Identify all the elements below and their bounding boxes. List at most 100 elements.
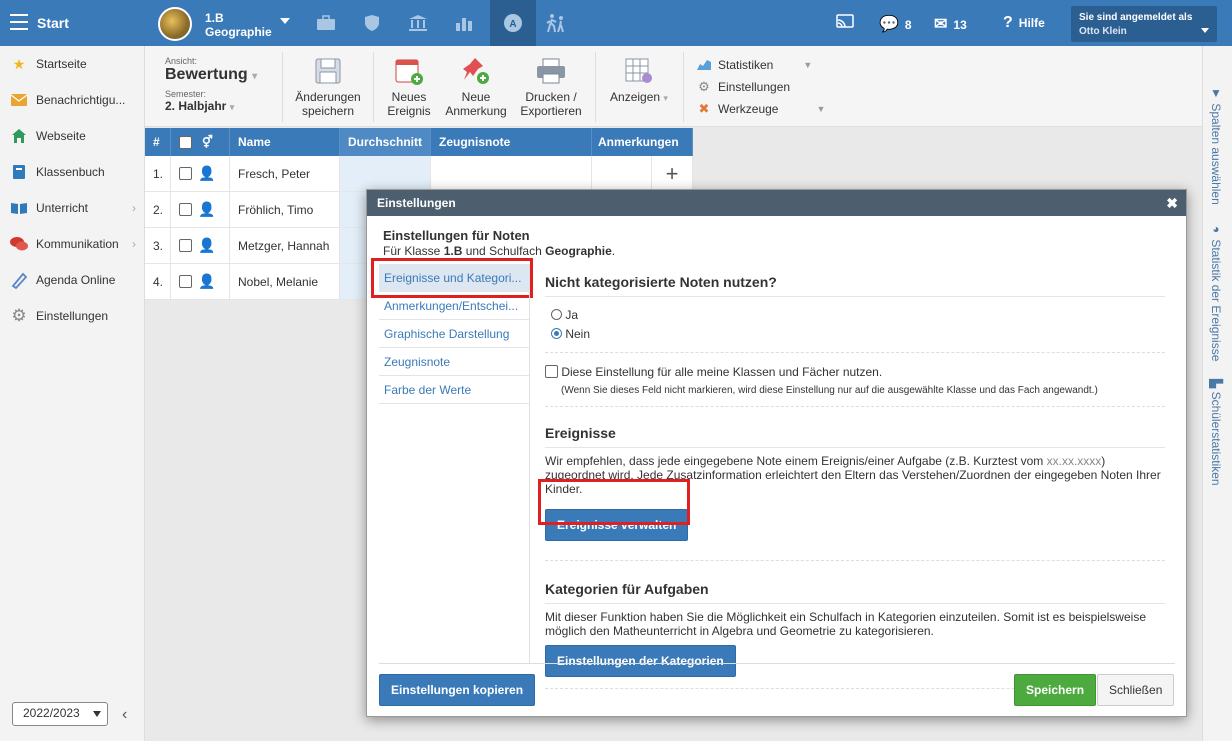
grid-settings-icon — [622, 56, 656, 86]
tools-menu[interactable]: ✖ Werkzeuge ▼ — [696, 98, 826, 120]
col-name[interactable]: Name — [230, 128, 340, 156]
sidebar-item-webseite[interactable]: Webseite — [0, 118, 144, 154]
book-icon — [10, 163, 28, 181]
bar-chart-icon[interactable] — [441, 0, 487, 46]
pie-icon: ◕ — [1209, 222, 1223, 240]
view-label: Ansicht: — [165, 56, 198, 66]
nav-value-colors[interactable]: Farbe der Werte — [379, 376, 529, 404]
grade-icon[interactable]: A — [490, 0, 536, 46]
institution-icon[interactable] — [395, 0, 441, 46]
class-name: 1.B — [205, 11, 224, 25]
row-checkbox[interactable] — [179, 275, 192, 288]
student-name[interactable]: Fresch, Peter — [230, 156, 340, 191]
event-statistics-tab[interactable]: ◕ Statistik der Ereignisse — [1209, 222, 1223, 361]
class-caret-icon[interactable] — [280, 18, 290, 24]
new-event-button[interactable]: Neues Ereignis — [385, 56, 433, 118]
settings-content: Nicht kategorisierte Noten nutzen? Ja Ne… — [545, 264, 1165, 689]
statistics-menu[interactable]: Statistiken ▼ — [696, 54, 825, 76]
sidebar: ★ Startseite Benachrichtigu... Webseite … — [0, 46, 145, 741]
walking-icon[interactable] — [533, 0, 579, 46]
cast-icon[interactable] — [836, 14, 854, 31]
apply-all-option[interactable]: Diese Einstellung für alle meine Klassen… — [545, 365, 1165, 379]
nav-graphical-display[interactable]: Graphische Darstellung — [379, 320, 529, 348]
chart-icon — [696, 58, 712, 72]
messages-button[interactable]: 💬 8 — [879, 14, 912, 34]
row-checkbox[interactable] — [179, 239, 192, 252]
notes-cell[interactable] — [592, 156, 652, 191]
option-no[interactable]: Nein — [551, 325, 1159, 352]
dialog-title: Einstellungen — [377, 196, 456, 210]
apply-all-row: Diese Einstellung für alle meine Klassen… — [545, 353, 1165, 407]
student-name[interactable]: Fröhlich, Timo — [230, 192, 340, 227]
sidebar-item-kommunikation[interactable]: Kommunikation › — [0, 226, 144, 262]
mail-button[interactable]: ✉ 13 — [934, 14, 967, 34]
view-selector[interactable]: Ansicht: Bewertung ▾ Semester: 2. Halbja… — [165, 56, 257, 113]
new-note-button[interactable]: Neue Anmerkung — [443, 56, 509, 118]
semester-value[interactable]: 2. Halbjahr ▾ — [165, 99, 257, 113]
sidebar-item-einstellungen[interactable]: ⚙ Einstellungen — [0, 298, 144, 334]
save-changes-button[interactable]: Änderungen speichern — [295, 56, 361, 118]
class-selector[interactable]: 1.B Geographie — [205, 11, 272, 39]
sidebar-item-klassenbuch[interactable]: Klassenbuch — [0, 154, 144, 190]
messages-count: 8 — [904, 18, 912, 32]
sidebar-item-benachrichtigungen[interactable]: Benachrichtigu... — [0, 82, 144, 118]
right-side-panel: ▼ Spalten auswählen ◕ Statistik der Erei… — [1202, 46, 1232, 741]
category-settings-button[interactable]: Einstellungen der Kategorien — [545, 645, 736, 677]
close-button[interactable]: Schließen — [1097, 674, 1175, 706]
sidebar-item-label: Startseite — [36, 57, 87, 71]
school-year-value: 2022/2023 — [23, 706, 80, 720]
save-button[interactable]: Speichern — [1014, 674, 1097, 706]
add-note-plus-icon[interactable]: + — [652, 156, 693, 191]
sidebar-item-label: Webseite — [36, 129, 86, 143]
nav-report-grade[interactable]: Zeugnisnote — [379, 348, 529, 376]
pen-icon — [10, 271, 28, 289]
apply-all-checkbox[interactable] — [545, 365, 558, 378]
briefcase-icon[interactable] — [303, 0, 349, 46]
school-year-select[interactable]: 2022/2023 — [12, 702, 108, 726]
sidebar-item-unterricht[interactable]: Unterricht › — [0, 190, 144, 226]
option-yes[interactable]: Ja — [551, 306, 1159, 325]
sidebar-item-startseite[interactable]: ★ Startseite — [0, 46, 144, 82]
section-uncategorized-title: Nicht kategorisierte Noten nutzen? — [545, 274, 1165, 297]
close-icon[interactable]: ✖ — [1166, 195, 1178, 212]
printer-icon — [534, 56, 568, 86]
user-menu[interactable]: Sie sind angemeldet als Otto Klein — [1071, 6, 1217, 42]
shield-icon[interactable] — [349, 0, 395, 46]
sidebar-item-agenda-online[interactable]: Agenda Online — [0, 262, 144, 298]
question-icon: ? — [1003, 14, 1013, 31]
help-button[interactable]: ? Hilfe — [1003, 14, 1045, 32]
floppy-disk-icon — [311, 56, 345, 86]
settings-menu[interactable]: ⚙ Einstellungen — [696, 76, 825, 98]
row-checkbox[interactable] — [179, 167, 192, 180]
sidebar-item-label: Einstellungen — [36, 309, 109, 323]
section-categories-title: Kategorien für Aufgaben — [545, 581, 1165, 604]
dialog-header: Einstellungen ✖ — [367, 190, 1186, 216]
copy-settings-button[interactable]: Einstellungen kopieren — [379, 674, 536, 706]
student-name[interactable]: Metzger, Hannah — [230, 228, 340, 263]
class-avatar[interactable] — [158, 7, 192, 41]
collapse-sidebar-icon[interactable]: ‹ — [122, 706, 127, 724]
select-all-checkbox[interactable] — [179, 135, 192, 149]
radio-no[interactable] — [551, 328, 562, 339]
col-notes[interactable]: Anmerkungen — [592, 128, 693, 156]
print-export-button[interactable]: Drucken / Exportieren — [517, 56, 585, 118]
col-grade[interactable]: Zeugnisnote — [431, 128, 592, 156]
chevron-right-icon: › — [132, 237, 136, 251]
grade-cell[interactable] — [431, 156, 592, 191]
pin-add-icon — [459, 56, 493, 86]
start-link[interactable]: Start — [37, 15, 69, 31]
student-name[interactable]: Nobel, Melanie — [230, 264, 340, 299]
student-chart-icon: ▙ — [1209, 379, 1223, 392]
radio-yes[interactable] — [551, 309, 562, 320]
sidebar-item-label: Unterricht — [36, 201, 89, 215]
toolbar: Ansicht: Bewertung ▾ Semester: 2. Halbja… — [145, 46, 1202, 127]
show-button[interactable]: Anzeigen ▾ — [605, 56, 673, 105]
logged-in-label: Sie sind angemeldet als — [1079, 12, 1193, 23]
row-checkbox[interactable] — [179, 203, 192, 216]
semester-label: Semester: — [165, 89, 207, 99]
col-average[interactable]: Durchschnitt — [340, 128, 431, 156]
open-book-icon — [10, 199, 28, 217]
hamburger-menu-icon[interactable] — [10, 14, 28, 30]
select-columns-tab[interactable]: ▼ Spalten auswählen — [1209, 86, 1223, 205]
student-statistics-tab[interactable]: ▙ Schülerstatistiken — [1209, 379, 1223, 486]
